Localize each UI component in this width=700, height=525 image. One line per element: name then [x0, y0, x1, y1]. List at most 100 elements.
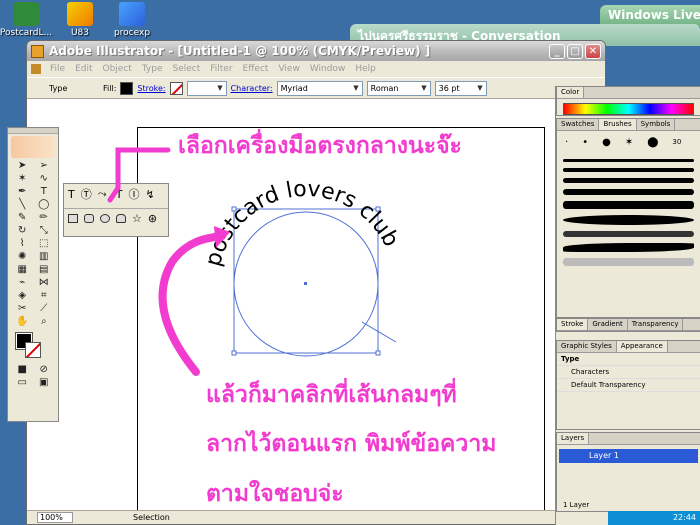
zoom-field[interactable]: 100%	[37, 512, 73, 523]
stroke-swatch[interactable]	[169, 81, 183, 95]
stroke-label[interactable]: Stroke:	[137, 84, 165, 93]
menu-help[interactable]: Help	[350, 64, 381, 74]
vertical-path-type-tool-icon[interactable]: ↯	[146, 188, 155, 201]
brush-stroke[interactable]	[563, 201, 694, 209]
appearance-row-type[interactable]: Type	[557, 353, 700, 366]
vertical-type-tool-icon[interactable]: IT	[113, 188, 123, 201]
hand-tool-icon[interactable]: ✋	[12, 316, 33, 328]
menu-type[interactable]: Type	[137, 64, 168, 74]
tab-symbols[interactable]: Symbols	[637, 119, 676, 130]
blend-tool-icon[interactable]: ⋈	[34, 277, 55, 289]
screen-mode-icon[interactable]: ▭	[12, 377, 33, 389]
crop-tool-icon[interactable]: ⌗	[34, 290, 55, 302]
system-tray-clock[interactable]: 22:44	[608, 511, 700, 525]
brush-stroke[interactable]	[563, 178, 694, 183]
graph-tool-icon[interactable]: ▥	[34, 251, 55, 263]
tab-layers[interactable]: Layers	[557, 433, 590, 444]
selection-tool-icon[interactable]: ➤	[12, 160, 33, 172]
brush-dot-icon[interactable]: ●	[602, 137, 611, 148]
polygon-tool-icon[interactable]	[116, 214, 126, 223]
maximize-button[interactable]: □	[567, 43, 583, 59]
desktop-icon-u83[interactable]: U83	[52, 2, 108, 38]
minimize-button[interactable]: _	[549, 43, 565, 59]
tab-color[interactable]: Color	[557, 87, 585, 98]
brush-dots[interactable]: · • ● ✶ ⬤ 30	[557, 131, 700, 153]
brush-stroke[interactable]	[563, 189, 694, 195]
brush-dot-icon[interactable]: ⬤	[647, 137, 658, 148]
brush-stroke[interactable]	[563, 231, 694, 237]
brush-dot-icon[interactable]: ·	[565, 137, 568, 148]
brush-dot-icon[interactable]: •	[582, 137, 588, 148]
brush-stroke[interactable]	[563, 243, 694, 252]
brush-dot-icon[interactable]: ✶	[625, 137, 633, 148]
tab-gradient[interactable]: Gradient	[588, 319, 628, 330]
zoom-tool-icon[interactable]: ⌕	[34, 316, 55, 328]
none-mode-icon[interactable]: ⊘	[34, 364, 55, 376]
tab-transparency[interactable]: Transparency	[628, 319, 684, 330]
type-tool-option-icon[interactable]: T	[68, 188, 75, 201]
tab-graphic-styles[interactable]: Graphic Styles	[557, 341, 617, 352]
menu-object[interactable]: Object	[98, 64, 137, 74]
ellipse-shape-tool-icon[interactable]	[100, 214, 110, 223]
status-mode[interactable]: Selection	[133, 513, 170, 522]
magic-wand-tool-icon[interactable]: ✶	[12, 173, 33, 185]
layer-row[interactable]: Layer 1	[559, 449, 698, 463]
knife-tool-icon[interactable]: ⟋	[34, 303, 55, 315]
star-tool-icon[interactable]: ☆	[132, 212, 142, 225]
type-on-path-tool-icon[interactable]: ⤳	[98, 187, 107, 201]
tab-appearance[interactable]: Appearance	[616, 341, 668, 352]
ellipse-tool-icon[interactable]: ◯	[34, 199, 55, 211]
eyedropper-tool-icon[interactable]: ⌁	[12, 277, 33, 289]
tab-brushes[interactable]: Brushes	[599, 119, 637, 130]
menu-edit[interactable]: Edit	[70, 64, 97, 74]
fill-stroke-widget[interactable]	[14, 331, 52, 361]
live-paint-tool-icon[interactable]: ◈	[12, 290, 33, 302]
full-screen-mode-icon[interactable]: ▣	[34, 377, 55, 389]
pen-tool-icon[interactable]: ✒	[12, 186, 33, 198]
character-label[interactable]: Character:	[231, 84, 273, 93]
menu-effect[interactable]: Effect	[238, 64, 274, 74]
brush-stroke[interactable]	[563, 159, 694, 162]
symbol-sprayer-tool-icon[interactable]: ✺	[12, 251, 33, 263]
fill-swatch[interactable]	[120, 81, 134, 95]
panel-grip[interactable]	[8, 128, 58, 134]
type-tool-icon[interactable]: T	[34, 186, 55, 198]
font-size-dropdown[interactable]: 36 pt ▼	[434, 80, 487, 96]
gradient-tool-icon[interactable]: ▤	[34, 264, 55, 276]
appearance-row-characters[interactable]: Characters	[557, 366, 700, 379]
free-transform-tool-icon[interactable]: ⬚	[34, 238, 55, 250]
font-style-dropdown[interactable]: Roman ▼	[366, 80, 431, 96]
desktop-icon-procexp[interactable]: procexp	[104, 2, 160, 38]
mesh-tool-icon[interactable]: ▦	[12, 264, 33, 276]
brush-stroke[interactable]	[563, 215, 694, 225]
rounded-rectangle-tool-icon[interactable]	[84, 214, 94, 223]
vertical-area-type-tool-icon[interactable]: Ⓘ	[129, 186, 140, 202]
color-spectrum[interactable]	[563, 103, 694, 115]
tab-stroke[interactable]: Stroke	[557, 319, 589, 330]
close-button[interactable]: ✕	[585, 43, 601, 59]
rotate-tool-icon[interactable]: ↻	[12, 225, 33, 237]
flare-tool-icon[interactable]: ⊛	[148, 212, 157, 225]
stroke-weight-dropdown[interactable]: ▼	[186, 80, 227, 96]
rectangle-tool-icon[interactable]	[68, 214, 78, 223]
scissors-tool-icon[interactable]: ✂	[12, 303, 33, 315]
lasso-tool-icon[interactable]: ∿	[34, 173, 55, 185]
tab-swatches[interactable]: Swatches	[557, 119, 600, 130]
warp-tool-icon[interactable]: ⌇	[12, 238, 33, 250]
font-dropdown[interactable]: Myriad ▼	[276, 80, 363, 96]
scale-tool-icon[interactable]: ⤡	[34, 225, 55, 237]
direct-selection-tool-icon[interactable]: ➢	[34, 160, 55, 172]
menu-window[interactable]: Window	[305, 64, 351, 74]
menu-view[interactable]: View	[273, 64, 304, 74]
desktop-icon-postcard[interactable]: PostcardL...	[0, 2, 54, 38]
appearance-row-transparency[interactable]: Default Transparency	[557, 379, 700, 392]
brush-stroke[interactable]	[563, 258, 694, 266]
color-mode-icon[interactable]: ■	[12, 364, 33, 376]
window-title-bar[interactable]: Adobe Illustrator - [Untitled-1 @ 100% (…	[27, 41, 605, 61]
pencil-tool-icon[interactable]: ✏	[34, 212, 55, 224]
area-type-tool-icon[interactable]: Ⓣ	[81, 186, 92, 202]
menu-filter[interactable]: Filter	[205, 64, 237, 74]
menu-select[interactable]: Select	[167, 64, 205, 74]
line-tool-icon[interactable]: ╲	[12, 199, 33, 211]
menu-file[interactable]: File	[45, 64, 70, 74]
